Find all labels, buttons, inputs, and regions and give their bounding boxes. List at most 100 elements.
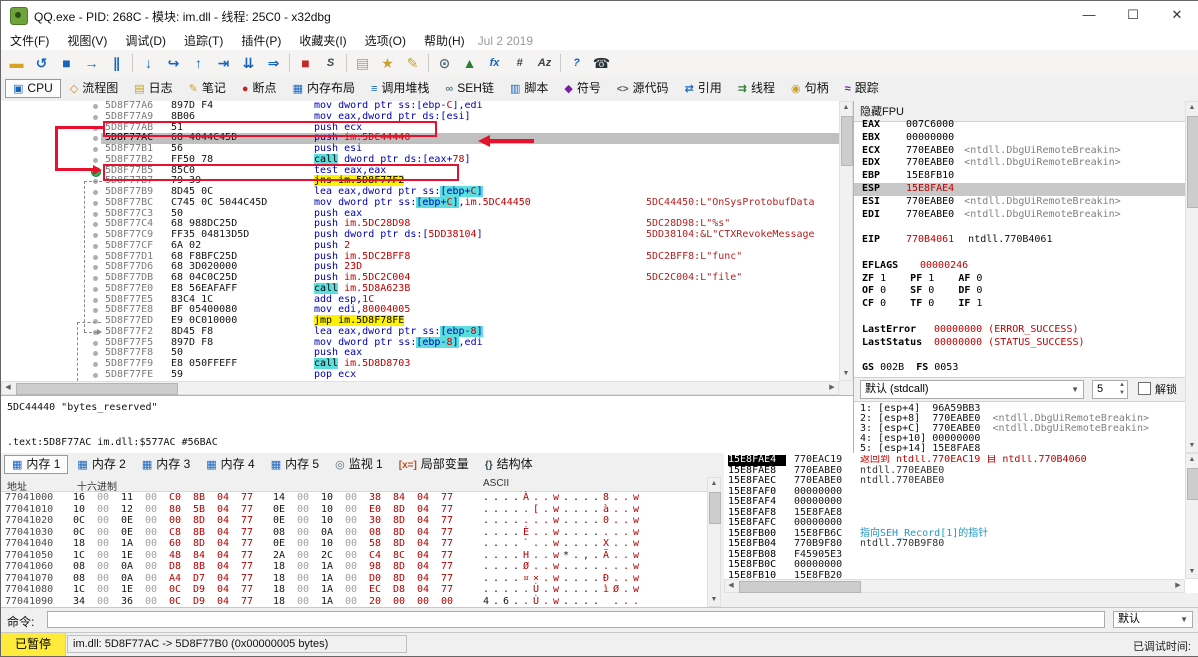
scroll-thumb[interactable] bbox=[1187, 468, 1198, 500]
fx-button[interactable]: fx bbox=[482, 51, 507, 75]
register-row[interactable]: EAX 007C6000 bbox=[854, 119, 1185, 132]
instruction-dot[interactable] bbox=[93, 297, 98, 303]
breakpoint-button[interactable]: ■ bbox=[293, 51, 318, 75]
instruction-dot[interactable] bbox=[93, 200, 98, 206]
log-toolbar-button[interactable]: ▤ bbox=[350, 51, 375, 75]
instruction-dot[interactable] bbox=[93, 136, 98, 142]
disasm-vscrollbar[interactable]: ▲ ▼ bbox=[839, 101, 853, 381]
instruction-dot[interactable] bbox=[93, 147, 98, 152]
register-row[interactable]: OF 0 SF 0 DF 0 bbox=[854, 285, 1185, 298]
scroll-up-icon[interactable]: ▲ bbox=[840, 102, 852, 114]
checkbox-icon[interactable] bbox=[1138, 382, 1151, 395]
register-row[interactable]: EDX 770EABE0 <ntdll.DbgUiRemoteBreakin> bbox=[854, 157, 1185, 170]
step-over-button[interactable]: ↪ bbox=[161, 51, 186, 75]
help-button[interactable]: ? bbox=[564, 51, 589, 75]
plugins-button[interactable]: ▲ bbox=[457, 51, 482, 75]
menu-item[interactable]: 追踪(T) bbox=[175, 29, 232, 49]
stack-row[interactable]: 15E8FB04 770B9F80 ntdll.770B9F80 bbox=[724, 538, 1185, 550]
restart-button[interactable]: ↺ bbox=[29, 51, 54, 75]
run-button[interactable]: → bbox=[79, 51, 104, 75]
instruction-dot[interactable] bbox=[93, 157, 98, 163]
instruction-dot[interactable] bbox=[93, 265, 98, 271]
register-row[interactable]: EBP 15E8FB10 bbox=[854, 170, 1185, 183]
scroll-down-icon[interactable]: ▼ bbox=[1186, 440, 1198, 452]
instruction-dot[interactable] bbox=[93, 319, 98, 324]
scroll-thumb[interactable] bbox=[16, 383, 178, 395]
step-out-button[interactable]: ↑ bbox=[186, 51, 211, 75]
dump-vscrollbar[interactable]: ▲ ▼ bbox=[707, 477, 721, 607]
stack-row[interactable]: 15E8FAE4 770EAC19 返回到 ntdll.770EAC19 自 ntd… bbox=[724, 455, 1185, 466]
stop-button[interactable]: ■ bbox=[54, 51, 79, 75]
tab-locals[interactable]: [x=] 局部变量 bbox=[392, 455, 476, 474]
font-button[interactable]: Az bbox=[532, 51, 557, 75]
instruction-dot[interactable] bbox=[93, 104, 98, 109]
scroll-up-icon[interactable]: ▲ bbox=[1186, 102, 1198, 114]
tab-threads[interactable]: ⇉ 线程 bbox=[731, 79, 782, 98]
tab-dump-2[interactable]: ▦ 内存 2 bbox=[70, 455, 132, 474]
menu-item[interactable]: 文件(F) bbox=[1, 29, 58, 49]
stack-vscrollbar[interactable]: ▲ ▼ bbox=[1185, 453, 1198, 579]
disasm-hscrollbar[interactable]: ◀ ▶ bbox=[1, 381, 839, 395]
scroll-up-icon[interactable]: ▲ bbox=[708, 478, 720, 490]
command-input[interactable] bbox=[47, 611, 1105, 628]
tab-handles[interactable]: ◉ 句柄 bbox=[784, 79, 836, 98]
menu-item[interactable]: 视图(V) bbox=[58, 29, 116, 49]
scroll-down-icon[interactable]: ▼ bbox=[840, 368, 852, 380]
tab-references[interactable]: ⇄ 引用 bbox=[678, 79, 729, 98]
instruction-dot[interactable] bbox=[93, 233, 98, 238]
menu-item[interactable]: 插件(P) bbox=[232, 29, 290, 49]
disasm-row[interactable]: 5D8F77A9 8B06 mov eax,dword ptr ds:[esi] bbox=[1, 111, 839, 123]
menu-item[interactable]: 收藏夹(I) bbox=[290, 29, 355, 49]
register-row[interactable]: LastStatus 00000000 (STATUS_SUCCESS) bbox=[854, 337, 1185, 350]
instruction-dot[interactable] bbox=[93, 243, 98, 249]
tab-trace[interactable]: ≈ 跟踪 bbox=[838, 79, 886, 98]
instruction-dot[interactable] bbox=[93, 372, 98, 378]
tab-watch-1[interactable]: ◎ 监视 1 bbox=[328, 455, 390, 474]
scroll-thumb[interactable] bbox=[709, 492, 721, 524]
instruction-dot[interactable] bbox=[93, 179, 98, 185]
dump-row[interactable]: 77041000 16 00 11 00 C0 8B 04 77 14 00 10 00 38 84 04 77… bbox=[1, 492, 721, 504]
dump-row[interactable]: 77041040 18 00 1A 00 60 8D 04 77 0E 00 10 00 58 8D 04 77… bbox=[1, 538, 721, 550]
stack-row[interactable]: 15E8FAFC 00000000 bbox=[724, 517, 1185, 529]
stack-row[interactable]: 15E8FAEC 770EABE0 ntdll.770EABE0 bbox=[724, 475, 1185, 487]
menu-item[interactable]: 调试(D) bbox=[116, 29, 175, 49]
instruction-dot[interactable] bbox=[93, 340, 98, 346]
stack-hscrollbar[interactable]: ◀ ▶ bbox=[724, 579, 1185, 593]
scroll-thumb[interactable] bbox=[841, 116, 853, 166]
disasm-row[interactable]: 5D8F77F2 8D45 F8 lea eax,dword ptr ss:[ebp… bbox=[1, 325, 839, 338]
disasm-row[interactable]: 5D8F77BC C745 0C 5044C45D mov dword ptr ss… bbox=[1, 196, 839, 209]
instruction-dot[interactable] bbox=[93, 125, 98, 131]
scroll-right-icon[interactable]: ▶ bbox=[1172, 580, 1184, 592]
tab-cpu[interactable]: ▣ CPU bbox=[5, 79, 61, 98]
instruction-dot[interactable] bbox=[93, 286, 98, 292]
tab-log[interactable]: ▤ 日志 bbox=[127, 79, 179, 98]
instruction-dot[interactable] bbox=[93, 222, 98, 228]
tab-dump-3[interactable]: ▦ 内存 3 bbox=[135, 455, 197, 474]
registers-vscrollbar[interactable]: ▲ ▼ bbox=[1185, 101, 1198, 453]
instruction-dot[interactable] bbox=[93, 254, 98, 260]
trace-over-button[interactable]: ⇒ bbox=[261, 51, 286, 75]
instruction-dot[interactable] bbox=[93, 190, 98, 195]
instruction-dot[interactable] bbox=[93, 276, 98, 281]
register-row[interactable]: EBX 00000000 bbox=[854, 132, 1185, 145]
dump-row[interactable]: 77041030 0C 00 0E 00 C8 8B 04 77 08 00 0A 00 08 8D 04 77… bbox=[1, 527, 721, 539]
register-row[interactable]: LastError 00000000 (ERROR_SUCCESS) bbox=[854, 324, 1185, 337]
scroll-up-icon[interactable]: ▲ bbox=[1186, 454, 1198, 466]
register-row[interactable]: EIP 770B4061 ntdll.770B4061 bbox=[854, 234, 1185, 247]
unlock-checkbox[interactable]: 解锁 bbox=[1138, 381, 1177, 397]
register-row[interactable]: CF 0 TF 0 IF 1 bbox=[854, 298, 1185, 311]
scroll-right-icon[interactable]: ▶ bbox=[826, 382, 838, 394]
tab-script[interactable]: ▥ 脚本 bbox=[503, 79, 555, 98]
scroll-thumb[interactable] bbox=[1187, 116, 1198, 208]
scroll-down-icon[interactable]: ▼ bbox=[1186, 566, 1198, 578]
stack-pane[interactable]: 15E8FAE4 770EAC19 返回到 ntdll.770EAC19 自 ntd… bbox=[724, 453, 1198, 593]
instruction-dot[interactable] bbox=[93, 114, 98, 120]
disasm-row[interactable]: 5D8F77B2 FF50 78 call dword ptr ds:[eax+78… bbox=[1, 153, 839, 166]
trace-into-button[interactable]: ⇊ bbox=[236, 51, 261, 75]
spinner-arrows-icon[interactable]: ▲ ▼ bbox=[1119, 381, 1125, 397]
scroll-thumb[interactable] bbox=[739, 581, 861, 593]
dump-row[interactable]: 77041080 1C 00 1E 00 0C D9 04 77 18 00 1A 00 EC D8 04 77… bbox=[1, 584, 721, 596]
register-row[interactable]: EDI 770EABE0 <ntdll.DbgUiRemoteBreakin> bbox=[854, 209, 1185, 222]
instruction-dot[interactable] bbox=[93, 308, 98, 314]
dump-row[interactable]: 77041090 34 00 36 00 0C D9 04 77 18 00 1A 00 20 00 00 00… bbox=[1, 596, 721, 608]
